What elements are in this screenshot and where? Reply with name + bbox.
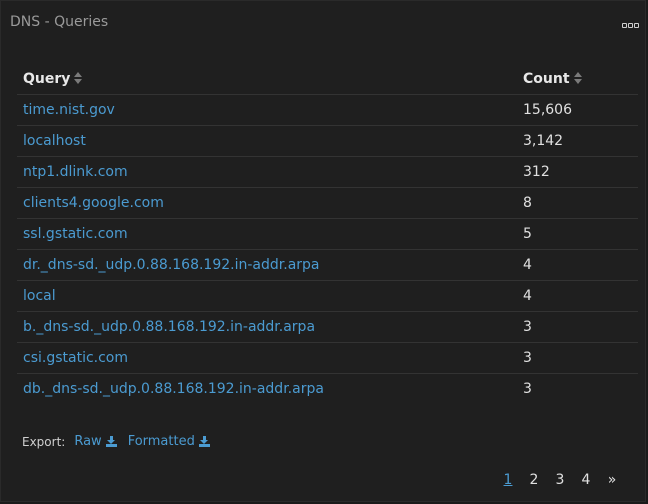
export-formatted-link[interactable]: Formatted [128,434,210,449]
table-body: time.nist.gov 15,606 localhost 3,142 ntp1.dl… [17,94,638,405]
query-link[interactable]: clients4.google.com [17,187,517,219]
query-link[interactable]: dr._dns-sd._udp.0.88.168.192.in-addr.arp… [17,249,517,281]
table-row: localhost 3,142 [17,125,638,157]
page-link-3[interactable]: 3 [547,472,573,488]
query-count: 4 [517,280,638,312]
sort-icon [74,71,83,84]
query-link[interactable]: ntp1.dlink.com [17,156,517,188]
export-label: Export: [22,434,66,449]
download-icon [105,436,117,447]
column-header-count[interactable]: Count [517,63,638,95]
table-row: csi.gstatic.com 3 [17,342,638,374]
column-header-query[interactable]: Query [17,63,517,95]
query-link[interactable]: csi.gstatic.com [17,342,517,374]
page-link-4[interactable]: 4 [573,472,599,488]
query-count: 3 [517,311,638,343]
table-row: clients4.google.com 8 [17,187,638,219]
export-bar: Export: Raw Formatted [22,434,210,449]
table-row: local 4 [17,280,638,312]
query-link[interactable]: b._dns-sd._udp.0.88.168.192.in-addr.arpa [17,311,517,343]
pagination: 1 2 3 4» [495,472,625,488]
query-link[interactable]: time.nist.gov [17,94,517,126]
query-count: 5 [517,218,638,250]
dns-queries-panel: DNS - Queries Query Count time.nist.gov 1… [0,0,646,502]
ellipsis-dot [628,23,633,28]
query-count: 4 [517,249,638,281]
table-row: dr._dns-sd._udp.0.88.168.192.in-addr.arp… [17,249,638,281]
page-link-1[interactable]: 1 [495,472,521,488]
query-link[interactable]: local [17,280,517,312]
query-count: 15,606 [517,94,638,126]
query-count: 3 [523,381,532,397]
query-link[interactable]: ssl.gstatic.com [17,218,517,250]
table-row: db._dns-sd._udp.0.88.168.192.in-addr.arp… [17,374,638,405]
table-header-row: Query Count [17,63,638,95]
queries-table: Query Count time.nist.gov 15,606 localhost… [17,63,638,404]
table-row: time.nist.gov 15,606 [17,94,638,126]
ellipsis-icon[interactable] [622,23,639,28]
table-row: b._dns-sd._udp.0.88.168.192.in-addr.arpa… [17,311,638,343]
query-count: 8 [517,187,638,219]
page-link-2[interactable]: 2 [521,472,547,488]
query-count: 3 [517,342,638,374]
next-page-link[interactable]: » [599,472,625,488]
panel-title: DNS - Queries [10,14,109,30]
export-formatted-label: Formatted [127,434,195,449]
table-row: ssl.gstatic.com 5 [17,218,638,250]
column-header-label: Count [523,70,570,87]
download-icon [198,436,210,447]
query-link[interactable]: db._dns-sd._udp.0.88.168.192.in-addr.arp… [17,374,517,405]
ellipsis-dot [622,23,627,28]
export-raw-label: Raw [74,434,102,449]
column-header-label: Query [23,70,71,87]
export-raw-link[interactable]: Raw [74,434,117,449]
query-count: 312 [517,156,638,188]
table-row: ntp1.dlink.com 312 [17,156,638,188]
sort-icon [573,71,582,84]
query-count: 3,142 [517,125,638,157]
ellipsis-dot [634,23,639,28]
query-link[interactable]: localhost [17,125,517,157]
